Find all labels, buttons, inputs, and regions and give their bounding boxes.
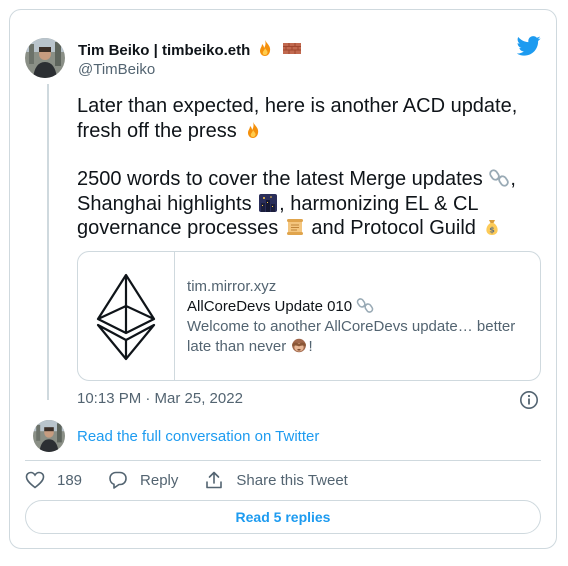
read-replies-label: Read 5 replies xyxy=(235,509,331,525)
twitter-bird-icon[interactable] xyxy=(517,36,541,56)
chain-icon xyxy=(489,169,510,187)
tweet-text: Later than expected, here is another ACD… xyxy=(77,94,542,241)
link-meta[interactable]: tim.mirror.xyz AllCoreDevs Update 010 We… xyxy=(175,252,540,380)
tweet-p2-part-a: 2500 words to cover the latest Merge upd… xyxy=(77,168,483,190)
night-city-icon xyxy=(259,193,278,212)
share-label: Share this Tweet xyxy=(236,471,348,489)
link-preview-card[interactable]: tim.mirror.xyz AllCoreDevs Update 010 We… xyxy=(77,251,541,381)
scroll-icon xyxy=(286,219,303,235)
tweet-p2-part-d: and Protocol Guild xyxy=(305,217,476,239)
read-conversation-link[interactable]: Read the full conversation on Twitter xyxy=(77,428,319,445)
tweet-paragraph-2: 2500 words to cover the latest Merge upd… xyxy=(77,167,542,241)
brick-icon xyxy=(282,43,301,54)
fire-icon xyxy=(248,121,259,138)
tweet-paragraph-1-text: Later than expected, here is another ACD… xyxy=(77,95,518,142)
like-count: 189 xyxy=(57,471,83,489)
author-name[interactable]: Tim Beiko | timbeiko.eth xyxy=(78,38,303,60)
reply-icon xyxy=(109,471,127,489)
see-no-evil-monkey-icon xyxy=(292,338,307,353)
link-title-text: AllCoreDevs Update 010 xyxy=(187,298,353,315)
reply-button[interactable]: Reply xyxy=(108,470,178,490)
tweet-paragraph-1: Later than expected, here is another ACD… xyxy=(77,94,542,143)
divider xyxy=(25,460,541,461)
link-description: Welcome to another AllCoreDevs update… b… xyxy=(187,317,528,357)
fire-icon xyxy=(260,40,271,56)
tweet-actions: 189 Reply Share this Tweet xyxy=(25,470,374,490)
link-desc-suffix: ! xyxy=(308,338,313,355)
like-button[interactable]: 189 xyxy=(25,470,82,490)
author-name-text: Tim Beiko | timbeiko.eth xyxy=(78,42,251,59)
chain-icon xyxy=(357,298,374,313)
ethereum-logo-icon xyxy=(96,273,156,361)
heart-icon xyxy=(25,471,45,489)
reply-label: Reply xyxy=(140,471,179,489)
author-handle[interactable]: @TimBeiko xyxy=(78,60,303,80)
share-icon xyxy=(206,471,223,489)
author-block[interactable]: Tim Beiko | timbeiko.eth @TimBeiko xyxy=(78,38,303,80)
info-icon[interactable] xyxy=(519,390,539,410)
conversation-avatar[interactable] xyxy=(33,420,65,452)
read-replies-button[interactable]: Read 5 replies xyxy=(25,500,541,534)
share-button[interactable]: Share this Tweet xyxy=(204,470,348,490)
tweet-timestamp[interactable]: 10:13 PM · Mar 25, 2022 xyxy=(77,390,243,407)
link-desc-text: Welcome to another AllCoreDevs update… b… xyxy=(187,318,516,355)
thread-line xyxy=(47,84,49,400)
author-avatar[interactable] xyxy=(25,38,65,78)
link-thumbnail[interactable] xyxy=(78,252,176,380)
svg-text:$: $ xyxy=(490,226,496,235)
link-domain: tim.mirror.xyz xyxy=(187,278,277,295)
money-bag-icon: $ xyxy=(486,220,499,235)
link-title: AllCoreDevs Update 010 xyxy=(187,297,528,317)
